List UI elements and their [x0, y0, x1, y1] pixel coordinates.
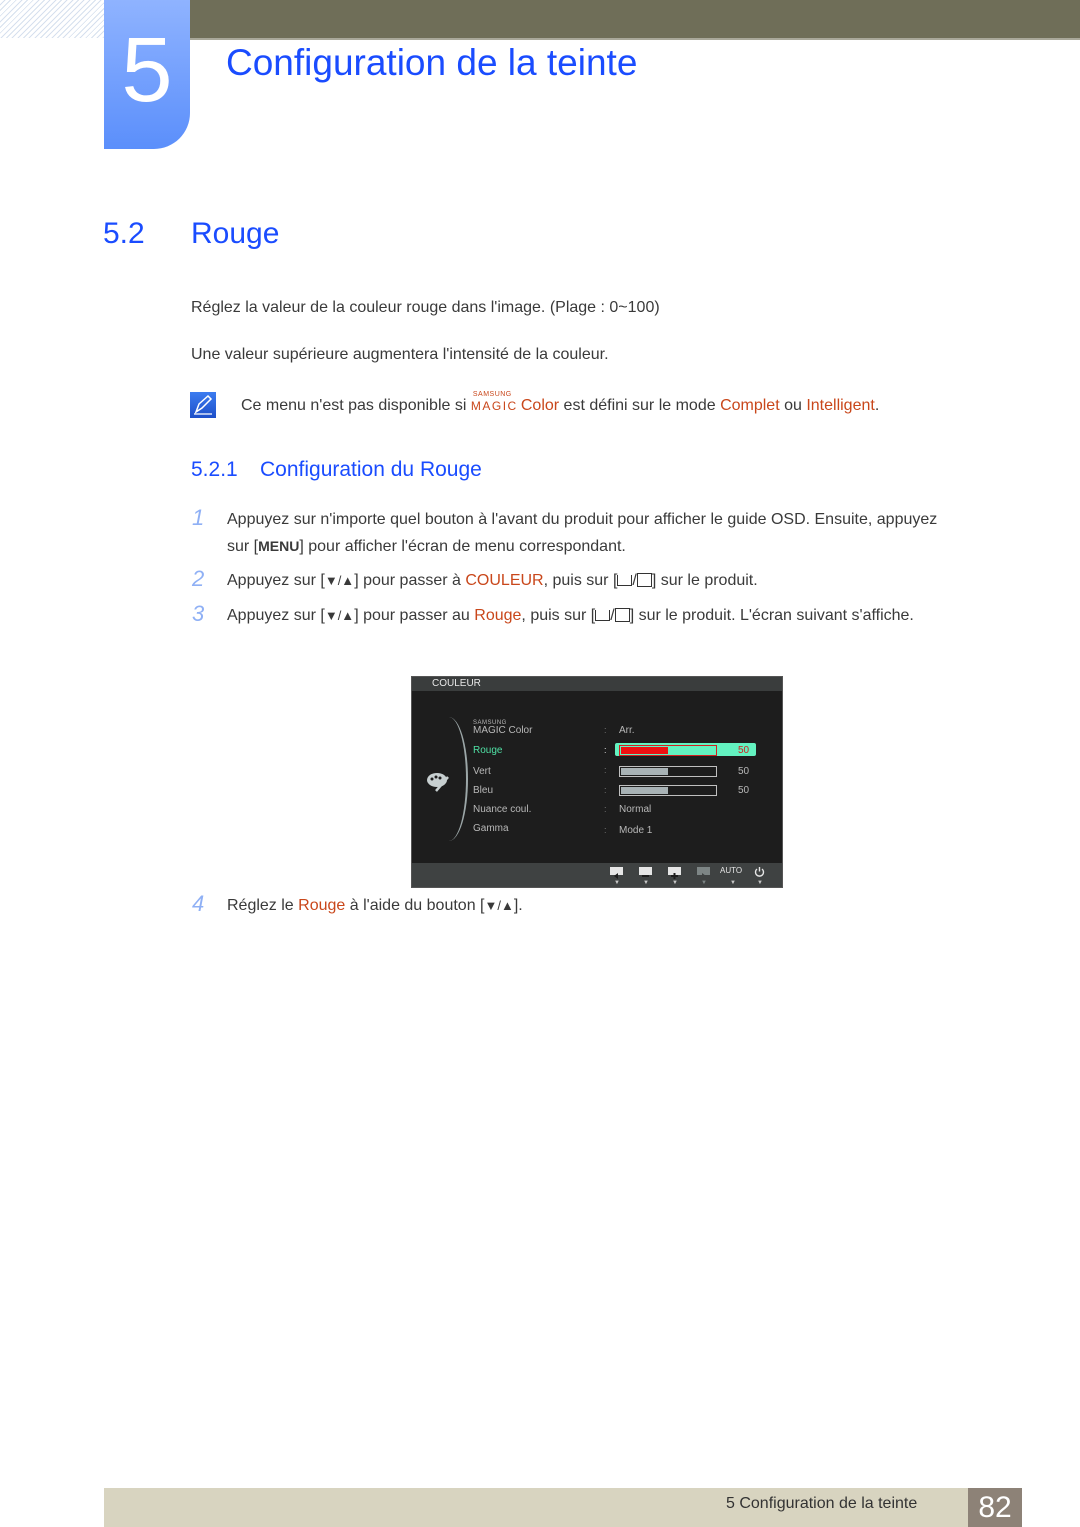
rouge-highlight: Rouge [298, 897, 346, 914]
osd-bleu-value: 50 [738, 785, 750, 796]
header-hatch-pattern [0, 0, 104, 38]
note-prefix: Ce menu n'est pas disponible si [241, 397, 471, 414]
step-4-part2: à l'aide du bouton [ [345, 897, 485, 914]
enter-icon [636, 573, 652, 587]
step-4-part3: ]. [513, 897, 523, 914]
osd-colon: : [604, 825, 607, 835]
osd-colon: : [604, 765, 607, 775]
step-1-part2: ] pour afficher l'écran de menu correspo… [299, 538, 626, 555]
mode-intelligent: Intelligent [806, 397, 875, 414]
note-text: Ce menu n'est pas disponible si SAMSUNG M… [241, 391, 880, 415]
down-up-arrows-icon: ▼/▲ [324, 608, 355, 623]
osd-rouge-label[interactable]: Rouge [473, 745, 502, 756]
osd-down-marker-icon: ▼ [757, 880, 763, 886]
note-pen-icon [190, 392, 216, 418]
step-4-text: Réglez le Rouge à l'aide du bouton [▼/▲]… [227, 892, 957, 919]
osd-title: COULEUR [432, 678, 481, 689]
mode-complet: Complet [720, 397, 780, 414]
osd-down-marker-icon: ▼ [730, 880, 736, 886]
osd-vert-value: 50 [738, 766, 750, 777]
chapter-number-tab: 5 [104, 0, 190, 149]
enter-icon [614, 608, 630, 622]
paragraph-intensity: Une valeur supérieure augmentera l'inten… [191, 346, 609, 363]
step-2-text: Appuyez sur [▼/▲] pour passer à COULEUR,… [227, 572, 758, 589]
source-icon [595, 610, 611, 621]
step-1-text: Appuyez sur n'importe quel bouton à l'av… [227, 506, 957, 560]
osd-down-marker-icon: ▼ [701, 880, 707, 886]
step-2-part1: Appuyez sur [ [227, 572, 325, 589]
source-icon [617, 575, 633, 586]
osd-magic-color-value: Arr. [619, 725, 635, 736]
osd-colon: : [604, 804, 607, 814]
osd-colon: : [604, 785, 607, 795]
step-2-part4: ] sur le produit. [651, 572, 758, 589]
note-connector: ou [779, 397, 807, 414]
osd-left-arrow-button[interactable] [610, 867, 623, 879]
section-title: Rouge [191, 217, 280, 250]
step-3-part3: , puis sur [ [521, 607, 596, 624]
magic-logo: SAMSUNG MAGIC [470, 391, 521, 413]
magic-logo-bottom: MAGIC [470, 399, 518, 413]
note-middle: est défini sur le mode [559, 397, 721, 414]
osd-down-marker-icon: ▼ [643, 880, 649, 886]
osd-magic-color-label[interactable]: MAGIC Color [473, 725, 532, 736]
step-3-part2: ] pour passer au [354, 607, 475, 624]
chapter-title: Configuration de la teinte [226, 42, 638, 83]
osd-down-marker-icon: ▼ [672, 880, 678, 886]
osd-nuance-label[interactable]: Nuance coul. [473, 804, 531, 815]
step-number-2: 2 [192, 566, 205, 591]
osd-right-arrow-button[interactable] [697, 867, 710, 879]
magic-logo-top: SAMSUNG [472, 391, 512, 398]
step-number-3: 3 [192, 601, 205, 626]
step-number-1: 1 [192, 505, 205, 530]
palette-icon [427, 773, 449, 792]
couleur-highlight: COULEUR [465, 572, 544, 589]
footer-chapter-label: 5 Configuration de la teinte [726, 1495, 918, 1512]
osd-colon: : [604, 745, 607, 755]
osd-minus-button[interactable] [639, 867, 652, 877]
subsection-number: 5.2.1 [191, 458, 238, 481]
section-number: 5.2 [103, 217, 145, 250]
osd-power-icon[interactable] [754, 866, 765, 877]
osd-bleu-slider-fill [621, 787, 668, 794]
osd-nuance-value: Normal [619, 804, 652, 815]
step-3-part4: ] sur le produit. L'écran suivant s'affi… [629, 607, 914, 624]
step-2-part2: ] pour passer à [354, 572, 466, 589]
osd-rouge-slider-fill [621, 747, 668, 754]
osd-vert-label[interactable]: Vert [473, 766, 491, 777]
step-4-part1: Réglez le [227, 897, 299, 914]
magic-color-word: Color [520, 397, 560, 414]
down-up-arrows-icon: ▼/▲ [484, 898, 514, 913]
down-up-arrows-icon: ▼/▲ [324, 573, 355, 588]
osd-bleu-label[interactable]: Bleu [473, 785, 493, 796]
step-3-part1: Appuyez sur [ [227, 607, 325, 624]
page-number: 82 [968, 1488, 1022, 1527]
subsection-title: Configuration du Rouge [260, 458, 482, 481]
osd-vert-slider-fill [621, 768, 668, 775]
osd-screen: COULEUR SAMSUNG MAGIC Color : Arr. Rouge… [411, 676, 783, 888]
osd-rouge-value: 50 [738, 745, 750, 756]
header-bar [190, 0, 1080, 38]
osd-gamma-label[interactable]: Gamma [473, 823, 509, 834]
osd-gamma-value: Mode 1 [619, 825, 653, 836]
step-2-part3: , puis sur [ [543, 572, 618, 589]
osd-colon: : [604, 725, 607, 735]
osd-rouge-slider[interactable] [619, 745, 717, 756]
paragraph-range: Réglez la valeur de la couleur rouge dan… [191, 299, 660, 316]
osd-vert-slider[interactable] [619, 766, 717, 777]
step-number-4: 4 [192, 891, 205, 916]
step-3-text: Appuyez sur [▼/▲] pour passer au Rouge, … [227, 607, 914, 624]
osd-auto-button[interactable]: AUTO [720, 866, 742, 875]
osd-header: COULEUR [412, 677, 782, 691]
subsection-heading: 5.2.1 Configuration du Rouge [191, 458, 482, 482]
osd-plus-button[interactable] [668, 867, 681, 879]
menu-key-icon: MENU [258, 538, 300, 554]
rouge-highlight: Rouge [474, 607, 522, 624]
osd-bleu-slider[interactable] [619, 785, 717, 796]
osd-down-marker-icon: ▼ [614, 880, 620, 886]
note-suffix: . [874, 397, 880, 414]
